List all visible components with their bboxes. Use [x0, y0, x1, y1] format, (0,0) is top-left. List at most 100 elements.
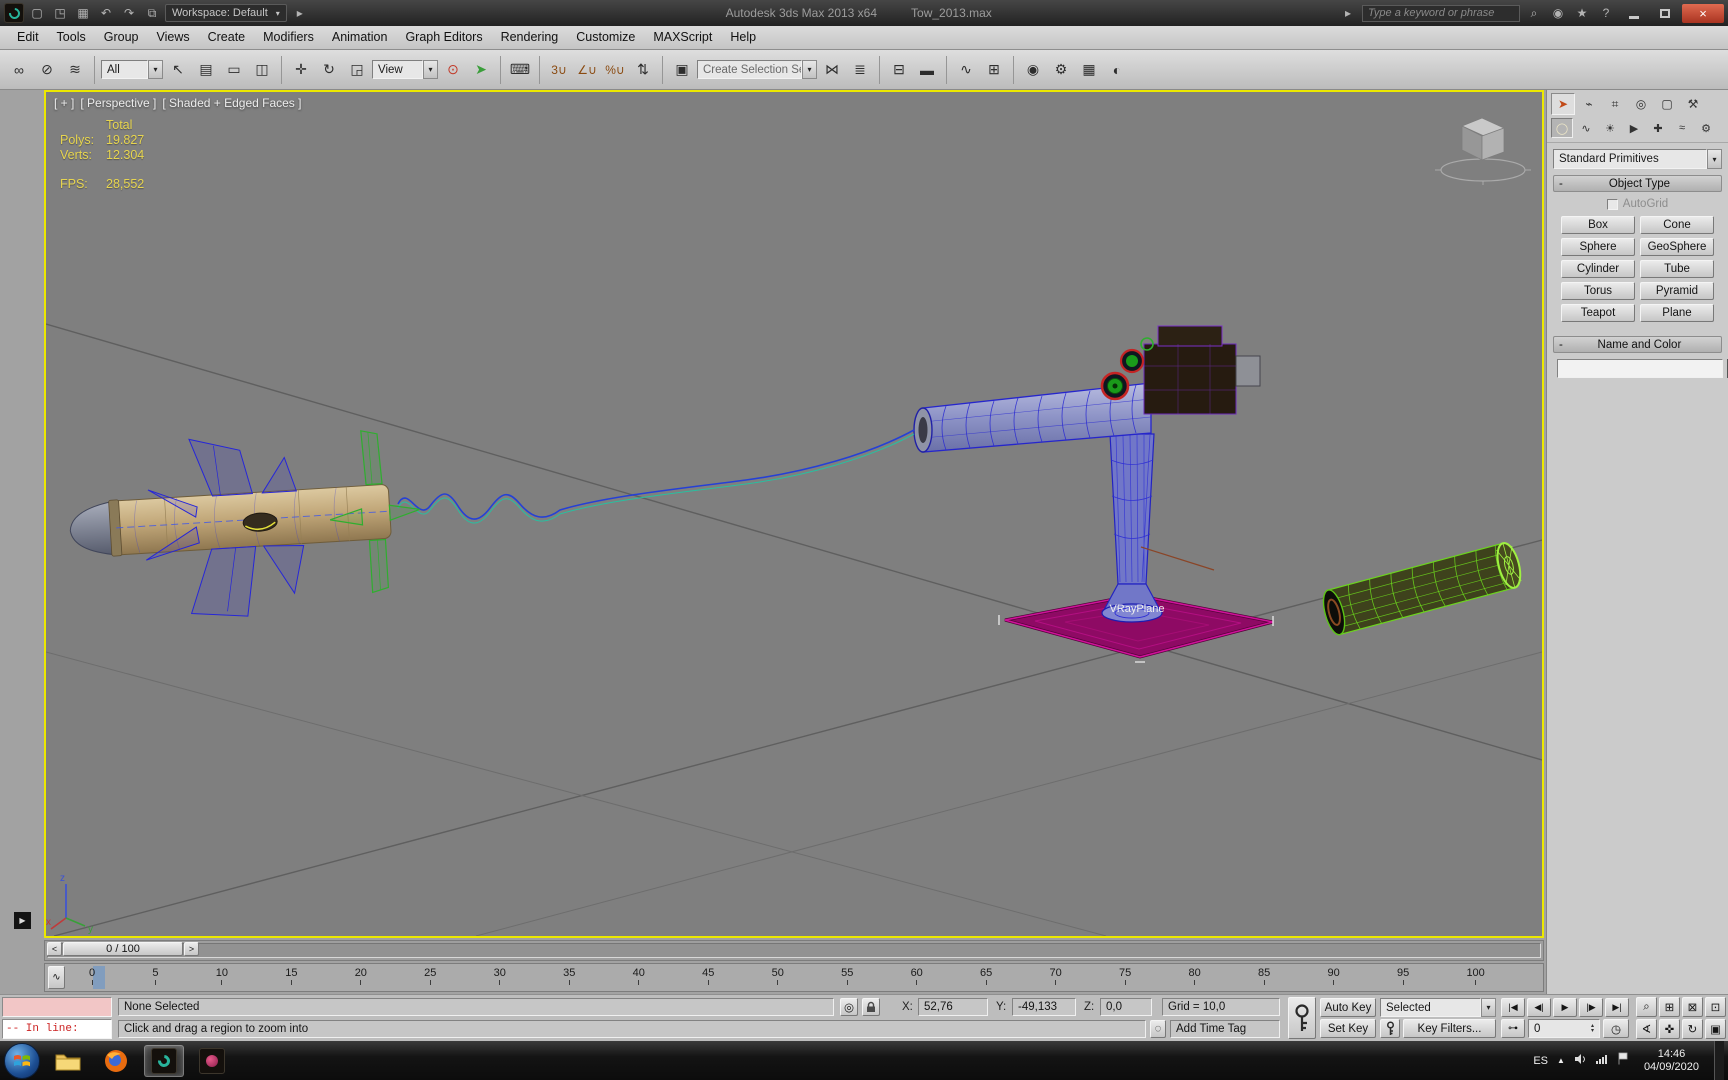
- keyboard-override-toggle[interactable]: ⌨: [507, 57, 533, 83]
- set-key-button[interactable]: Set Key: [1320, 1019, 1376, 1038]
- menu-views[interactable]: Views: [147, 26, 198, 49]
- cone-button[interactable]: Cone: [1640, 216, 1714, 234]
- maxscript-listener-white[interactable]: -- In line:: [2, 1019, 112, 1039]
- track-bar[interactable]: ∿ 0 5 10 15 20 25 30 35 40 45 50 55 60 6…: [44, 963, 1544, 992]
- favorites-button[interactable]: ★: [1572, 3, 1592, 23]
- communication-center-button[interactable]: ◉: [1548, 3, 1568, 23]
- volume-icon[interactable]: [1574, 1052, 1587, 1070]
- select-and-move-button[interactable]: ✛: [288, 57, 314, 83]
- menu-rendering[interactable]: Rendering: [492, 26, 568, 49]
- application-menu-button[interactable]: [4, 3, 24, 23]
- torus-button[interactable]: Torus: [1561, 282, 1635, 300]
- go-to-start-button[interactable]: |◀: [1501, 998, 1525, 1017]
- set-keys-button[interactable]: [1288, 997, 1316, 1039]
- tab-create[interactable]: ➤: [1551, 93, 1575, 115]
- category-helpers[interactable]: ✚: [1647, 118, 1669, 138]
- geosphere-button[interactable]: GeoSphere: [1640, 238, 1714, 256]
- selection-lock-toggle[interactable]: [862, 998, 880, 1016]
- tab-motion[interactable]: ◎: [1629, 93, 1653, 115]
- spare-tube-object[interactable]: [1319, 541, 1524, 637]
- material-editor-button[interactable]: ◉: [1020, 57, 1046, 83]
- infocenter-search-input[interactable]: [1362, 4, 1520, 22]
- time-configuration-button[interactable]: ◷: [1603, 1019, 1629, 1038]
- selected-set-dropdown[interactable]: Selected ▾: [1380, 998, 1496, 1017]
- time-slider-track[interactable]: [47, 943, 1541, 958]
- save-file-button[interactable]: ▦: [73, 3, 93, 23]
- category-lights[interactable]: ☀: [1599, 118, 1621, 138]
- z-coordinate-field[interactable]: 0,0: [1100, 998, 1152, 1016]
- frame-spinner[interactable]: ▴ ▾: [1591, 1023, 1594, 1034]
- render-setup-button[interactable]: ⚙: [1048, 57, 1074, 83]
- start-button[interactable]: [4, 1042, 40, 1079]
- teapot-button[interactable]: Teapot: [1561, 304, 1635, 322]
- plane-button[interactable]: Plane: [1640, 304, 1714, 322]
- menu-modifiers[interactable]: Modifiers: [254, 26, 323, 49]
- action-center-flag-icon[interactable]: [1617, 1052, 1629, 1070]
- edit-named-selection-sets-button[interactable]: ▣: [669, 57, 695, 83]
- tube-button[interactable]: Tube: [1640, 260, 1714, 278]
- category-spacewarps[interactable]: ≈: [1671, 118, 1693, 138]
- minimize-button[interactable]: [1620, 4, 1647, 23]
- curve-editor-button[interactable]: ∿: [953, 57, 979, 83]
- render-production-button[interactable]: ◐: [1104, 57, 1130, 83]
- cylinder-button[interactable]: Cylinder: [1561, 260, 1635, 278]
- field-of-view-button[interactable]: ∢: [1636, 1019, 1657, 1039]
- time-slider-handle[interactable]: 0 / 100: [63, 942, 183, 956]
- workspace-dropdown[interactable]: Workspace: Default ▾: [165, 4, 287, 22]
- y-coordinate-field[interactable]: -49,133: [1012, 998, 1076, 1016]
- open-file-button[interactable]: ◳: [50, 3, 70, 23]
- ribbon-toggle-button[interactable]: ▬: [914, 57, 940, 83]
- viewport-3d-scene[interactable]: z x y VRayPlane: [46, 92, 1542, 936]
- tab-display[interactable]: ▢: [1655, 93, 1679, 115]
- category-systems[interactable]: ⚙: [1695, 118, 1717, 138]
- play-animation-button[interactable]: ▶: [1553, 998, 1577, 1017]
- select-and-scale-button[interactable]: ◲: [344, 57, 370, 83]
- orbit-button[interactable]: ↻: [1682, 1019, 1703, 1039]
- select-and-link-button[interactable]: ∞: [6, 57, 32, 83]
- guidance-wire-object[interactable]: [397, 429, 915, 520]
- key-mode-toggle[interactable]: ⊶: [1501, 1019, 1525, 1038]
- selection-filter-dropdown[interactable]: All ▾: [101, 60, 163, 79]
- category-shapes[interactable]: ∿: [1575, 118, 1597, 138]
- rendered-frame-window-button[interactable]: ▦: [1076, 57, 1102, 83]
- window-crossing-toggle[interactable]: ◫: [249, 57, 275, 83]
- x-coordinate-field[interactable]: 52,76: [918, 998, 988, 1016]
- category-geometry[interactable]: ◯: [1551, 118, 1573, 138]
- viewport-shading-menu[interactable]: [ Shaded + Edged Faces ]: [162, 96, 301, 110]
- viewport-pov-menu[interactable]: [ Perspective ]: [80, 96, 156, 110]
- zoom-extents-all-button[interactable]: ⊡: [1705, 997, 1726, 1017]
- zoom-all-button[interactable]: ⊞: [1659, 997, 1680, 1017]
- maximize-button[interactable]: [1651, 4, 1678, 23]
- close-button[interactable]: ×: [1682, 3, 1724, 23]
- network-icon[interactable]: [1595, 1052, 1608, 1070]
- previous-frame-button[interactable]: ◀|: [1527, 998, 1551, 1017]
- select-by-name-button[interactable]: ▤: [193, 57, 219, 83]
- angle-snap-toggle[interactable]: ∠∪: [574, 57, 600, 83]
- tab-hierarchy[interactable]: ⌗: [1603, 93, 1627, 115]
- object-type-rollout-header[interactable]: - Object Type: [1553, 175, 1722, 192]
- go-to-end-button[interactable]: ▶|: [1605, 998, 1629, 1017]
- undo-button[interactable]: ↶: [96, 3, 116, 23]
- layer-manager-button[interactable]: ⊟: [886, 57, 912, 83]
- help-button[interactable]: ?: [1596, 3, 1616, 23]
- zoom-viewport-button[interactable]: ⌕: [1636, 997, 1657, 1017]
- hidden-icons-button[interactable]: ▲: [1557, 1056, 1565, 1065]
- menu-create[interactable]: Create: [199, 26, 255, 49]
- select-and-manipulate-button[interactable]: ➤: [468, 57, 494, 83]
- name-color-rollout-header[interactable]: - Name and Color: [1553, 336, 1722, 353]
- taskbar-app-4-button[interactable]: [192, 1045, 232, 1077]
- menu-edit[interactable]: Edit: [8, 26, 48, 49]
- language-indicator[interactable]: ES: [1533, 1055, 1548, 1067]
- missile-object[interactable]: [65, 426, 425, 627]
- new-scene-button[interactable]: ▢: [27, 3, 47, 23]
- infocenter-arrow-button[interactable]: ▸: [1338, 3, 1358, 23]
- infocenter-search-button[interactable]: ⌕: [1524, 3, 1544, 23]
- category-cameras[interactable]: ▶: [1623, 118, 1645, 138]
- next-frame-button[interactable]: |▶: [1579, 998, 1603, 1017]
- workspace-arrow-button[interactable]: ▸: [290, 3, 310, 23]
- project-folder-button[interactable]: ⧉: [142, 3, 162, 23]
- zoom-extents-button[interactable]: ⊠: [1682, 997, 1703, 1017]
- rectangular-selection-button[interactable]: ▭: [221, 57, 247, 83]
- select-object-button[interactable]: ↖: [165, 57, 191, 83]
- snap-toggle-3d[interactable]: 3∪: [546, 57, 572, 83]
